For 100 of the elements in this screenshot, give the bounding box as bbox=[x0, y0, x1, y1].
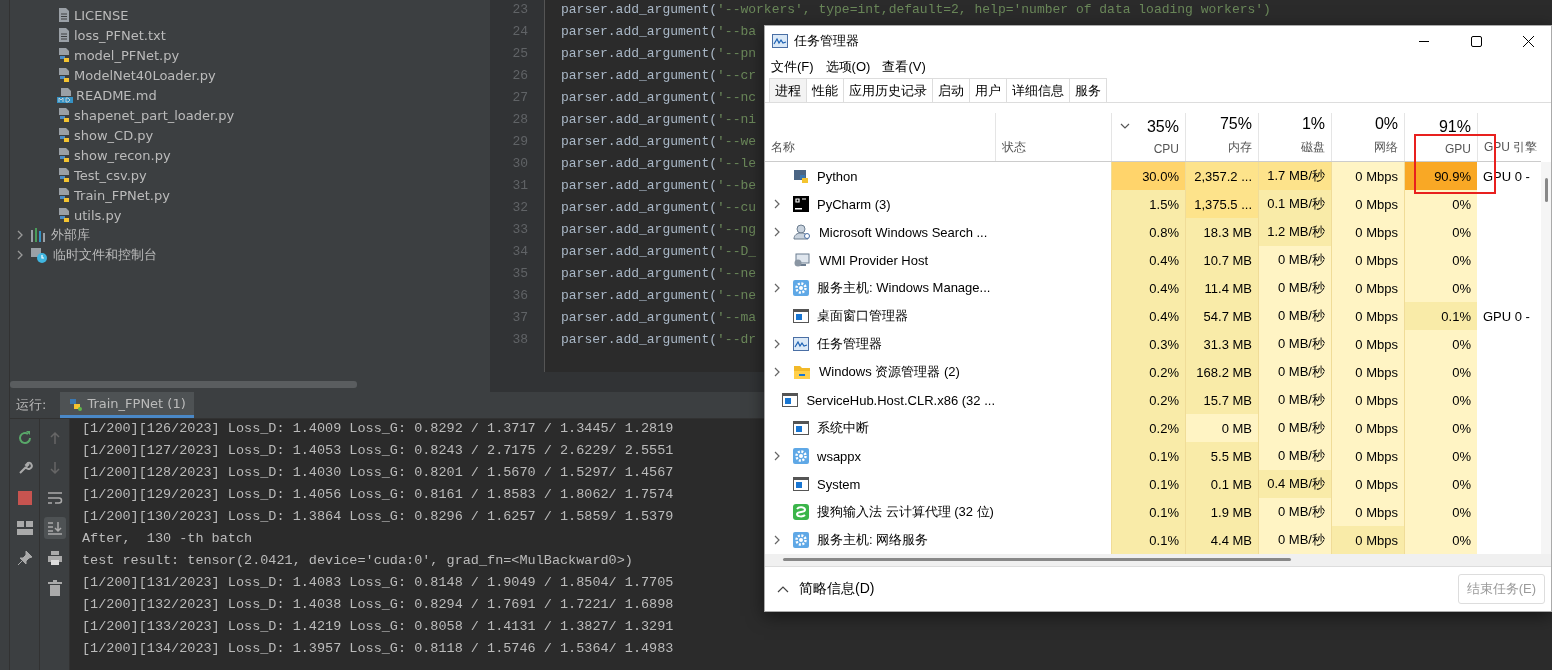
code-line: parser.add_argument('--workers', type=int,default=2, help='number of data loading workers') bbox=[561, 2, 1271, 19]
chevron-right-icon[interactable] bbox=[773, 451, 781, 461]
chevron-right-icon[interactable] bbox=[773, 199, 781, 209]
process-name[interactable]: ServiceHub.Host.CLR.x86 (32 ... bbox=[806, 392, 995, 408]
process-name[interactable]: 搜狗输入法 云计算代理 (32 位) bbox=[817, 503, 994, 521]
column-header[interactable]: 内存 bbox=[1228, 139, 1252, 156]
usage-cell: 10.7 MB bbox=[1185, 246, 1258, 274]
usage-cell: 0.8% bbox=[1111, 218, 1185, 246]
code-line: parser.add_argument('--nc bbox=[561, 90, 757, 107]
process-name[interactable]: Python bbox=[817, 168, 858, 184]
process-name[interactable]: 服务主机: 网络服务 bbox=[817, 531, 929, 549]
code-line: parser.add_argument('--le bbox=[561, 156, 757, 173]
swirl-logo-icon bbox=[793, 504, 809, 520]
usage-cell: 0% bbox=[1404, 190, 1477, 218]
process-name[interactable]: System bbox=[817, 476, 861, 492]
chevron-right-icon[interactable] bbox=[15, 250, 25, 260]
scroll-to-end-icon[interactable] bbox=[43, 517, 66, 539]
usage-cell: 0.1% bbox=[1111, 442, 1185, 470]
usage-cell: 18.3 MB bbox=[1185, 218, 1258, 246]
usage-cell: 0% bbox=[1404, 470, 1477, 498]
menu-item[interactable]: 文件(F) bbox=[771, 58, 814, 76]
bar-library-icon bbox=[30, 228, 46, 242]
chevron-right-icon[interactable] bbox=[773, 367, 781, 377]
chevron-right-icon[interactable] bbox=[15, 230, 25, 240]
usage-cell: 31.3 MB bbox=[1185, 330, 1258, 358]
column-header[interactable]: 磁盘 bbox=[1301, 139, 1325, 156]
usage-percent: 35% bbox=[1146, 118, 1179, 136]
menu-item[interactable]: 查看(V) bbox=[882, 58, 926, 76]
process-name[interactable]: wsappx bbox=[817, 448, 862, 464]
tab[interactable]: 服务 bbox=[1069, 78, 1107, 102]
usage-cell: 168.2 MB bbox=[1185, 358, 1258, 386]
code-line: parser.add_argument('--ne bbox=[561, 288, 757, 305]
file-name[interactable]: Test_csv.py bbox=[74, 167, 147, 183]
gear-icon bbox=[793, 448, 809, 464]
file-name[interactable]: loss_PFNet.txt bbox=[74, 27, 166, 43]
code-line: parser.add_argument('--pn bbox=[561, 46, 757, 63]
usage-cell: 0 MB/秒 bbox=[1258, 442, 1331, 470]
column-header[interactable]: CPU bbox=[1153, 142, 1179, 156]
code-line: parser.add_argument('--cr bbox=[561, 68, 757, 85]
details-toggle[interactable]: 简略信息(D) bbox=[799, 580, 875, 598]
file-name[interactable]: show_recon.py bbox=[74, 147, 171, 163]
usage-cell: 0.1% bbox=[1111, 498, 1185, 526]
file-name[interactable]: utils.py bbox=[74, 207, 122, 223]
code-line: parser.add_argument('--ma bbox=[561, 310, 757, 327]
file-name[interactable]: show_CD.py bbox=[74, 127, 154, 143]
scrollbar-thumb[interactable] bbox=[783, 558, 1291, 561]
file-name[interactable]: model_PFNet.py bbox=[74, 47, 180, 63]
process-name[interactable]: 服务主机: Windows Manage... bbox=[817, 279, 991, 297]
usage-cell: 0% bbox=[1404, 498, 1477, 526]
column-header[interactable]: GPU bbox=[1445, 142, 1471, 156]
run-tab[interactable]: Train_FPNet (1) bbox=[60, 392, 194, 418]
usage-cell: 0 Mbps bbox=[1331, 246, 1404, 274]
usage-cell: 1.9 MB bbox=[1185, 498, 1258, 526]
tree-node-label[interactable]: 临时文件和控制台 bbox=[53, 246, 157, 264]
markdown-file-icon bbox=[57, 87, 73, 103]
chevron-right-icon[interactable] bbox=[773, 227, 781, 237]
scrollbar-thumb[interactable] bbox=[1545, 178, 1548, 202]
usage-cell: 0 Mbps bbox=[1331, 330, 1404, 358]
usage-percent: 91% bbox=[1438, 118, 1471, 136]
process-name[interactable]: 系统中断 bbox=[817, 419, 869, 437]
column-header[interactable]: 状态 bbox=[1002, 139, 1026, 156]
tab[interactable]: 进程 bbox=[769, 78, 807, 102]
pycharm-icon bbox=[793, 196, 809, 212]
process-name[interactable]: Microsoft Windows Search ... bbox=[819, 224, 988, 240]
usage-cell: 0.3% bbox=[1111, 330, 1185, 358]
file-name[interactable]: shapenet_part_loader.py bbox=[74, 107, 235, 123]
file-name[interactable]: ModelNet40Loader.py bbox=[74, 67, 216, 83]
usage-cell: 90.9% bbox=[1404, 162, 1477, 190]
process-name[interactable]: PyCharm (3) bbox=[817, 196, 891, 212]
column-header[interactable]: 网络 bbox=[1374, 139, 1398, 156]
usage-cell: 0% bbox=[1404, 526, 1477, 554]
usage-cell: 0.1% bbox=[1111, 470, 1185, 498]
usage-cell: 0 Mbps bbox=[1331, 190, 1404, 218]
console-line: [1/200][130/2023] Loss_D: 1.3864 Loss_G: 0.8296 / 1.6257 / 1.5859/ 1.5379 bbox=[82, 509, 674, 526]
process-name[interactable]: WMI Provider Host bbox=[819, 252, 929, 268]
process-name[interactable]: Windows 资源管理器 (2) bbox=[819, 363, 960, 381]
code-line: parser.add_argument('--ne bbox=[561, 266, 757, 283]
tree-node-label[interactable]: 外部库 bbox=[51, 226, 90, 244]
usage-cell: 0 MB/秒 bbox=[1258, 386, 1331, 414]
usage-cell: 1.2 MB/秒 bbox=[1258, 218, 1331, 246]
scrollbar-thumb[interactable] bbox=[10, 381, 357, 388]
usage-cell: 0.4% bbox=[1111, 246, 1185, 274]
process-name[interactable]: 桌面窗口管理器 bbox=[817, 307, 908, 325]
chevron-right-icon[interactable] bbox=[773, 339, 781, 349]
process-name[interactable]: 任务管理器 bbox=[817, 335, 882, 353]
usage-cell: 0 MB/秒 bbox=[1258, 246, 1331, 274]
console-line: [1/200][127/2023] Loss_D: 1.4053 Loss_G: 0.8243 / 2.7175 / 2.6229/ 2.5551 bbox=[82, 443, 674, 460]
chevron-right-icon[interactable] bbox=[773, 283, 781, 293]
menu-item[interactable]: 选项(O) bbox=[825, 58, 871, 76]
chevron-up-icon[interactable] bbox=[777, 585, 789, 593]
usage-cell: 4.4 MB bbox=[1185, 526, 1258, 554]
file-name[interactable]: LICENSE bbox=[74, 7, 129, 23]
usage-cell: 0.2% bbox=[1111, 414, 1185, 442]
gear-icon bbox=[793, 532, 809, 548]
column-header[interactable]: 名称 bbox=[771, 139, 795, 156]
file-name[interactable]: README.md bbox=[76, 87, 157, 103]
chart-window-icon bbox=[772, 34, 788, 48]
file-name[interactable]: Train_FPNet.py bbox=[74, 187, 170, 203]
chevron-right-icon[interactable] bbox=[773, 535, 781, 545]
usage-cell: 0 MB/秒 bbox=[1258, 358, 1331, 386]
